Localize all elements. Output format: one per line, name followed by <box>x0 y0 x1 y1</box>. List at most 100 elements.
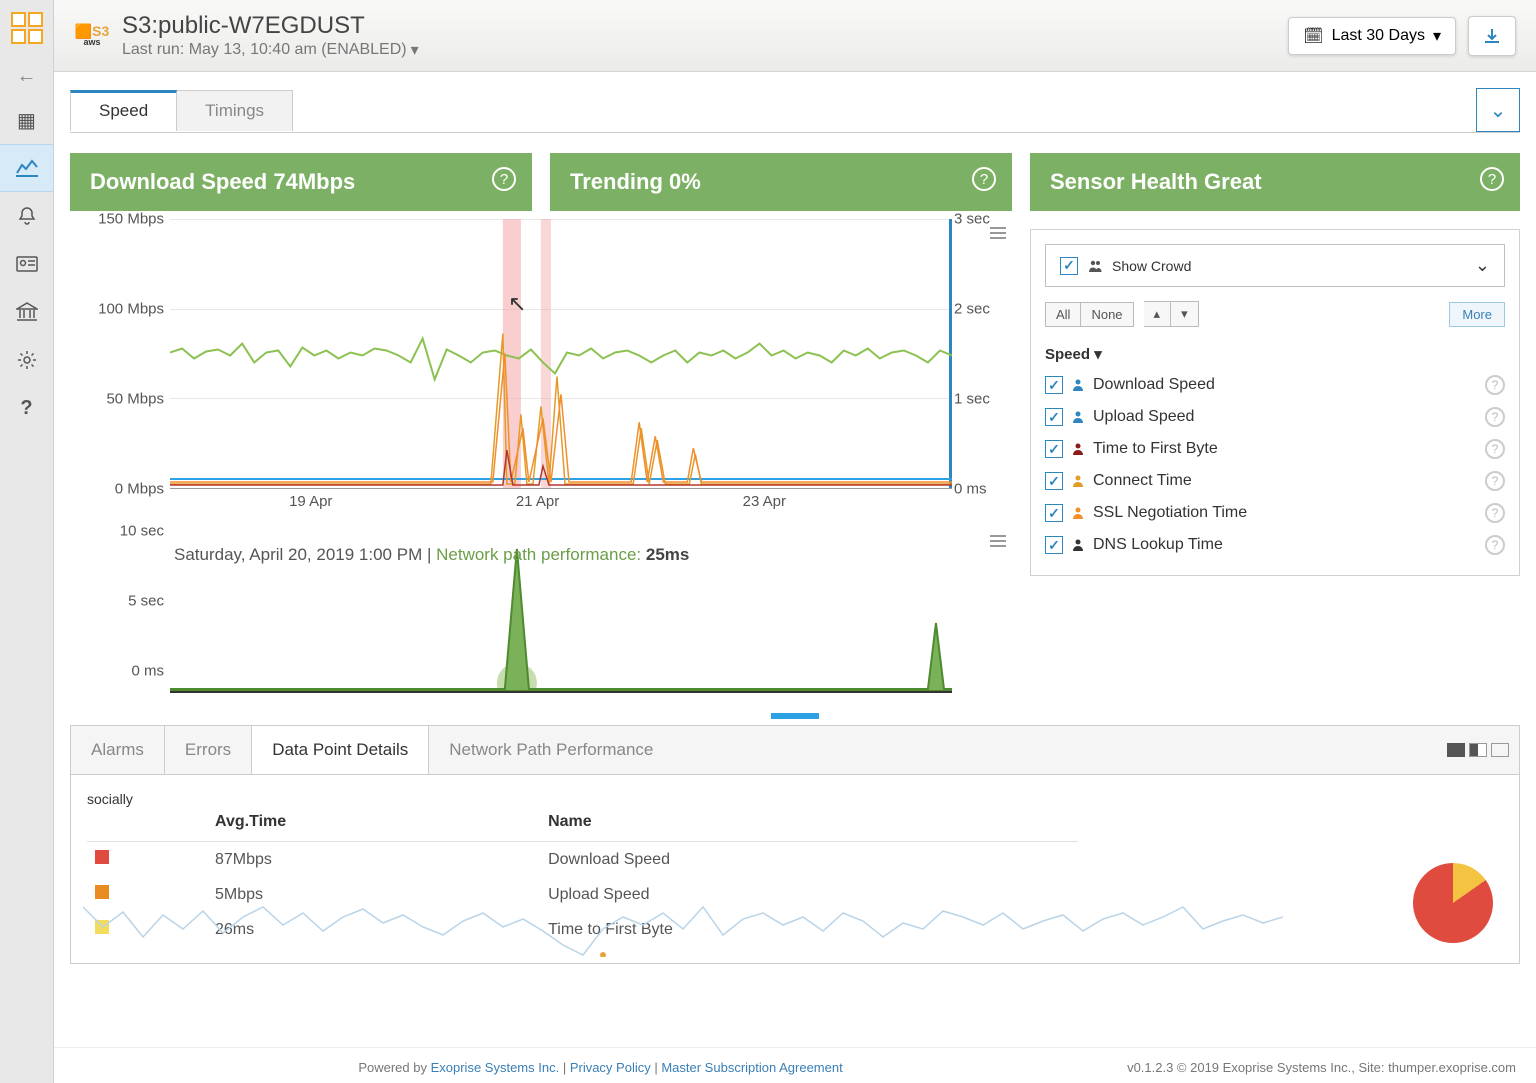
move-down-button[interactable]: ▾ <box>1171 301 1199 327</box>
view-mode-switch[interactable] <box>1447 726 1519 774</box>
series-color-icon <box>95 850 109 864</box>
msa-link[interactable]: Master Subscription Agreement <box>661 1060 842 1075</box>
tab-data-point-details[interactable]: Data Point Details <box>252 726 429 774</box>
table-row[interactable]: 5Mbps Upload Speed <box>87 877 1078 912</box>
cell-name: Time to First Byte <box>540 912 1078 947</box>
network-path-chart[interactable]: 10 sec 5 sec 0 ms Saturday, April 20, 20… <box>70 531 1012 701</box>
download-button[interactable] <box>1468 16 1516 56</box>
series-color-icon <box>95 920 109 934</box>
charts-icon[interactable] <box>0 144 53 192</box>
person-icon <box>1071 442 1085 456</box>
table-row[interactable]: 26ms Time to First Byte <box>87 912 1078 947</box>
trending-panel: Trending 0% ? <box>550 153 1012 211</box>
cell-avg: 26ms <box>207 912 540 947</box>
last-run-label[interactable]: Last run: May 13, 10:40 am (ENABLED) ▾ <box>122 40 1276 60</box>
help-icon[interactable]: ? <box>1485 535 1505 555</box>
tab-errors[interactable]: Errors <box>165 726 252 774</box>
chart-menu-icon[interactable] <box>990 227 1006 239</box>
help-icon[interactable]: ? <box>972 167 996 191</box>
checkbox-icon <box>1045 408 1063 426</box>
bank-icon[interactable] <box>0 288 53 336</box>
legend-label: DNS Lookup Time <box>1093 536 1223 554</box>
help-icon[interactable]: ? <box>1485 439 1505 459</box>
table-row[interactable]: 87Mbps Download Speed <box>87 842 1078 878</box>
app-logo[interactable] <box>0 0 53 56</box>
help-icon[interactable]: ? <box>1485 503 1505 523</box>
cell-avg: 5Mbps <box>207 877 540 912</box>
tab-alarms[interactable]: Alarms <box>71 726 165 774</box>
legend-item[interactable]: DNS Lookup Time ? <box>1045 529 1505 561</box>
legend-item[interactable]: Download Speed ? <box>1045 369 1505 401</box>
help-icon[interactable]: ? <box>1485 375 1505 395</box>
help-icon[interactable]: ? <box>1480 167 1504 191</box>
person-icon <box>1071 538 1085 552</box>
chevron-down-icon: ⌄ <box>1490 98 1507 123</box>
series-color-icon <box>95 885 109 899</box>
date-range-button[interactable]: 🗓 Last 30 Days ▾ <box>1288 17 1456 55</box>
legend-group-header[interactable]: Speed ▾ <box>1031 339 1519 369</box>
checkbox-icon <box>1045 504 1063 522</box>
id-card-icon[interactable] <box>0 240 53 288</box>
pie-chart <box>1413 863 1493 943</box>
download-icon <box>1483 27 1501 45</box>
checkbox-icon <box>1045 376 1063 394</box>
legend-item[interactable]: Connect Time ? <box>1045 465 1505 497</box>
main-tabset: Speed Timings <box>70 90 292 131</box>
s3-aws-icon: 🟧S3 aws <box>74 18 110 54</box>
chart-tooltip: Saturday, April 20, 2019 1:00 PM | Netwo… <box>174 545 689 565</box>
more-button[interactable]: More <box>1449 302 1505 327</box>
tab-timings[interactable]: Timings <box>176 90 293 131</box>
help-icon[interactable]: ? <box>0 384 53 432</box>
checkbox-icon <box>1045 440 1063 458</box>
show-crowd-toggle[interactable]: Show Crowd ⌄ <box>1045 244 1505 287</box>
legend-label: Connect Time <box>1093 472 1192 490</box>
checkbox-icon <box>1060 257 1078 275</box>
person-icon <box>1071 506 1085 520</box>
footer: Powered by Exoprise Systems Inc. | Priva… <box>54 1047 1536 1083</box>
resize-handle[interactable] <box>771 713 819 719</box>
cell-name: Upload Speed <box>540 877 1078 912</box>
caret-down-icon: ▾ <box>1094 346 1102 363</box>
page-title: S3:public-W7EGDUST <box>122 12 1276 40</box>
dashboard-icon[interactable]: ▦ <box>0 96 53 144</box>
cell-avg: 87Mbps <box>207 842 540 878</box>
company-link[interactable]: Exoprise Systems Inc. <box>431 1060 560 1075</box>
speed-chart[interactable]: 150 Mbps 100 Mbps 50 Mbps 0 Mbps 3 sec 2… <box>70 219 1012 519</box>
legend-label: Time to First Byte <box>1093 440 1218 458</box>
chevron-down-icon: ▾ <box>411 40 419 60</box>
col-name: Name <box>540 807 1078 842</box>
cell-name: Download Speed <box>540 842 1078 878</box>
footer-version: v0.1.2.3 © 2019 Exoprise Systems Inc., S… <box>1127 1060 1516 1075</box>
legend-label: Download Speed <box>1093 376 1215 394</box>
legend-panel: Show Crowd ⌄ All None ▴ ▾ More Speed ▾ <box>1030 229 1520 576</box>
back-icon[interactable]: ← <box>0 56 53 96</box>
sensor-health-panel: Sensor Health Great ? <box>1030 153 1520 211</box>
legend-label: Upload Speed <box>1093 408 1194 426</box>
gear-icon[interactable] <box>0 336 53 384</box>
person-icon <box>1071 474 1085 488</box>
legend-item[interactable]: SSL Negotiation Time ? <box>1045 497 1505 529</box>
tab-network-path[interactable]: Network Path Performance <box>429 726 673 774</box>
left-nav-rail: ← ▦ ? <box>0 0 54 1083</box>
select-none-button[interactable]: None <box>1081 302 1133 327</box>
move-up-button[interactable]: ▴ <box>1144 301 1172 327</box>
legend-item[interactable]: Time to First Byte ? <box>1045 433 1505 465</box>
expand-panel-button[interactable]: ⌄ <box>1476 88 1520 132</box>
chevron-down-icon: ⌄ <box>1475 255 1490 276</box>
help-icon[interactable]: ? <box>1485 471 1505 491</box>
data-point-details-panel: socially Avg.Time Name 87Mbps Download S… <box>70 774 1520 964</box>
checkbox-icon <box>1045 536 1063 554</box>
privacy-link[interactable]: Privacy Policy <box>570 1060 651 1075</box>
help-icon[interactable]: ? <box>1485 407 1505 427</box>
tab-speed[interactable]: Speed <box>70 90 177 131</box>
help-icon[interactable]: ? <box>492 167 516 191</box>
person-icon <box>1071 378 1085 392</box>
bell-icon[interactable] <box>0 192 53 240</box>
top-bar: 🟧S3 aws S3:public-W7EGDUST Last run: May… <box>54 0 1536 72</box>
legend-item[interactable]: Upload Speed ? <box>1045 401 1505 433</box>
calendar-icon: 🗓 <box>1303 26 1323 46</box>
person-icon <box>1071 410 1085 424</box>
bottom-tabset: Alarms Errors Data Point Details Network… <box>70 725 1520 774</box>
select-all-button[interactable]: All <box>1045 302 1081 327</box>
chart-menu-icon[interactable] <box>990 535 1006 547</box>
